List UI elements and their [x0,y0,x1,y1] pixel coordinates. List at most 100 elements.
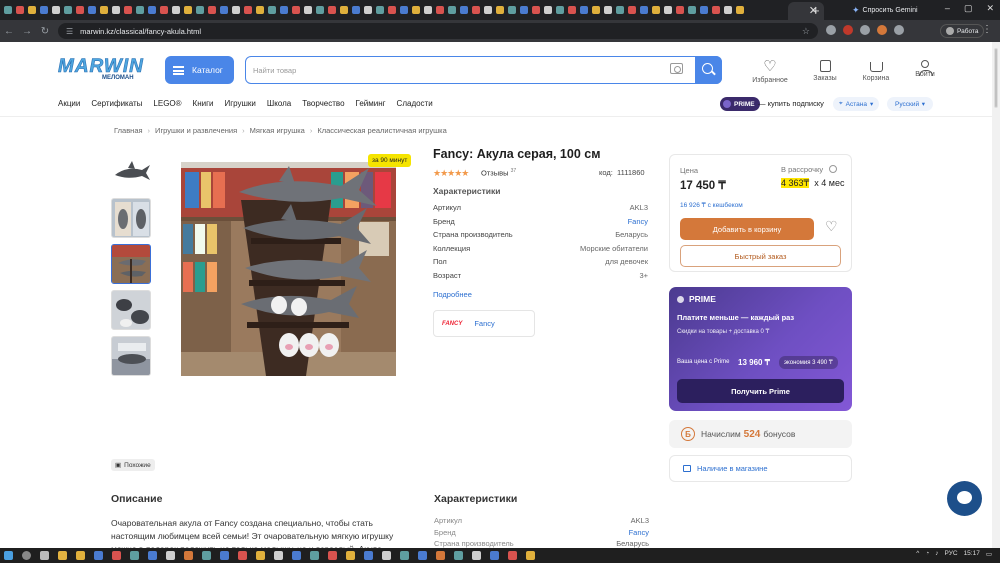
reload-icon[interactable]: ↻ [36,26,54,37]
app-icon[interactable] [94,551,103,560]
product-main-image[interactable] [181,162,396,376]
nav-item[interactable]: Школа [267,99,291,108]
tab-favicon[interactable] [352,6,360,14]
tab-favicon[interactable] [100,6,108,14]
help-icon[interactable] [829,165,837,173]
breadcrumb-item[interactable]: Классическая реалистичная игрушка [317,126,446,135]
app-icon[interactable] [418,551,427,560]
app-icon[interactable] [436,551,445,560]
app-icon[interactable] [364,551,373,560]
orders-button[interactable]: Заказы [802,60,848,82]
similar-button[interactable]: ▣ Похожие [111,459,155,471]
brand-link[interactable]: Fancy [628,217,648,231]
nav-item[interactable]: Книги [193,99,214,108]
tab-favicon[interactable] [436,6,444,14]
tab-favicon[interactable] [136,6,144,14]
tab-favicon[interactable] [160,6,168,14]
get-prime-button[interactable]: Получить Prime [677,379,844,403]
extension-icon[interactable] [843,25,853,35]
thumbnail[interactable] [111,336,151,376]
tab-favicon[interactable] [244,6,252,14]
tab-favicon[interactable] [388,6,396,14]
tab-favicon[interactable] [184,6,192,14]
city-selector[interactable]: ⌖ Астана ▾ [833,97,880,111]
windows-start-icon[interactable] [4,551,13,560]
tab-favicon[interactable] [676,6,684,14]
tab-favicon[interactable] [52,6,60,14]
bookmark-star-icon[interactable]: ☆ [802,26,810,37]
tab-favicon[interactable] [88,6,96,14]
chrome-icon[interactable] [58,551,67,560]
gemini-button[interactable]: ✦ Спросить Gemini [852,3,918,17]
app-icon[interactable] [184,551,193,560]
tab-favicon[interactable] [616,6,624,14]
app-icon[interactable] [238,551,247,560]
app-icon[interactable] [130,551,139,560]
profile-button[interactable]: Работа [940,24,985,38]
app-icon[interactable] [202,551,211,560]
tab-favicon[interactable] [472,6,480,14]
app-icon[interactable] [472,551,481,560]
tab-favicon[interactable] [148,6,156,14]
catalog-button[interactable]: Каталог [165,56,234,84]
app-icon[interactable] [382,551,391,560]
app-icon[interactable] [310,551,319,560]
tab-favicon[interactable] [688,6,696,14]
clock[interactable]: 15:17 [964,550,980,558]
nav-item[interactable]: LEGO® [153,99,181,108]
login-button[interactable]: Войти [902,60,948,78]
tab-favicon[interactable] [604,6,612,14]
address-bar[interactable]: ☰ marwin.kz/classical/fancy-akula.html ☆ [58,23,818,39]
thumbnail[interactable] [111,290,151,330]
tab-favicon[interactable] [112,6,120,14]
app-icon[interactable] [490,551,499,560]
tab-favicon[interactable] [556,6,564,14]
chat-button[interactable] [947,481,982,516]
tab-favicon[interactable] [400,6,408,14]
tab-favicon[interactable] [268,6,276,14]
task-view-icon[interactable] [40,551,49,560]
app-icon[interactable] [508,551,517,560]
tab-favicon[interactable] [712,6,720,14]
tab-favicon[interactable] [460,6,468,14]
tab-favicon[interactable] [328,6,336,14]
maximize-icon[interactable]: ▢ [964,3,973,14]
extension-icon[interactable] [826,25,836,35]
extension-icon[interactable] [860,25,870,35]
tab-favicon[interactable] [580,6,588,14]
browser-menu-icon[interactable]: ⋮ [982,24,992,35]
prime-subscribe-link[interactable]: — купить подписку [758,99,824,108]
reviews-link[interactable]: Отзывы 37 [481,168,516,178]
tab-favicon[interactable] [640,6,648,14]
back-icon[interactable]: ← [0,26,18,37]
new-tab-button[interactable]: + [812,3,820,18]
tab-favicon[interactable] [736,6,744,14]
tab-favicon[interactable] [340,6,348,14]
app-icon[interactable] [292,551,301,560]
thumbnail[interactable] [111,152,151,192]
tab-favicon[interactable] [448,6,456,14]
language-indicator[interactable]: РУС [945,550,958,558]
nav-item[interactable]: Сертификаты [91,99,142,108]
tab-favicon[interactable] [484,6,492,14]
page-scrollbar[interactable] [992,42,1000,548]
nav-item[interactable]: Гейминг [356,99,386,108]
tab-favicon[interactable] [304,6,312,14]
store-availability-link[interactable]: Наличие в магазине [669,455,852,482]
notification-icon[interactable]: ▭ [986,550,992,558]
tab-favicon[interactable] [364,6,372,14]
app-icon[interactable] [454,551,463,560]
tab-favicon[interactable] [568,6,576,14]
tab-favicon[interactable] [724,6,732,14]
language-selector[interactable]: Русский ▾ [887,97,933,111]
tab-favicon[interactable] [544,6,552,14]
tab-favicon[interactable] [496,6,504,14]
nav-item[interactable]: Сладости [397,99,433,108]
brand-link[interactable]: Fancy [629,528,649,540]
tab-favicon[interactable] [292,6,300,14]
tab-favicon[interactable] [172,6,180,14]
tab-favicon[interactable] [424,6,432,14]
search-icon[interactable] [695,55,722,84]
close-window-icon[interactable]: ✕ [986,3,994,14]
add-to-cart-button[interactable]: Добавить в корзину [680,218,814,240]
